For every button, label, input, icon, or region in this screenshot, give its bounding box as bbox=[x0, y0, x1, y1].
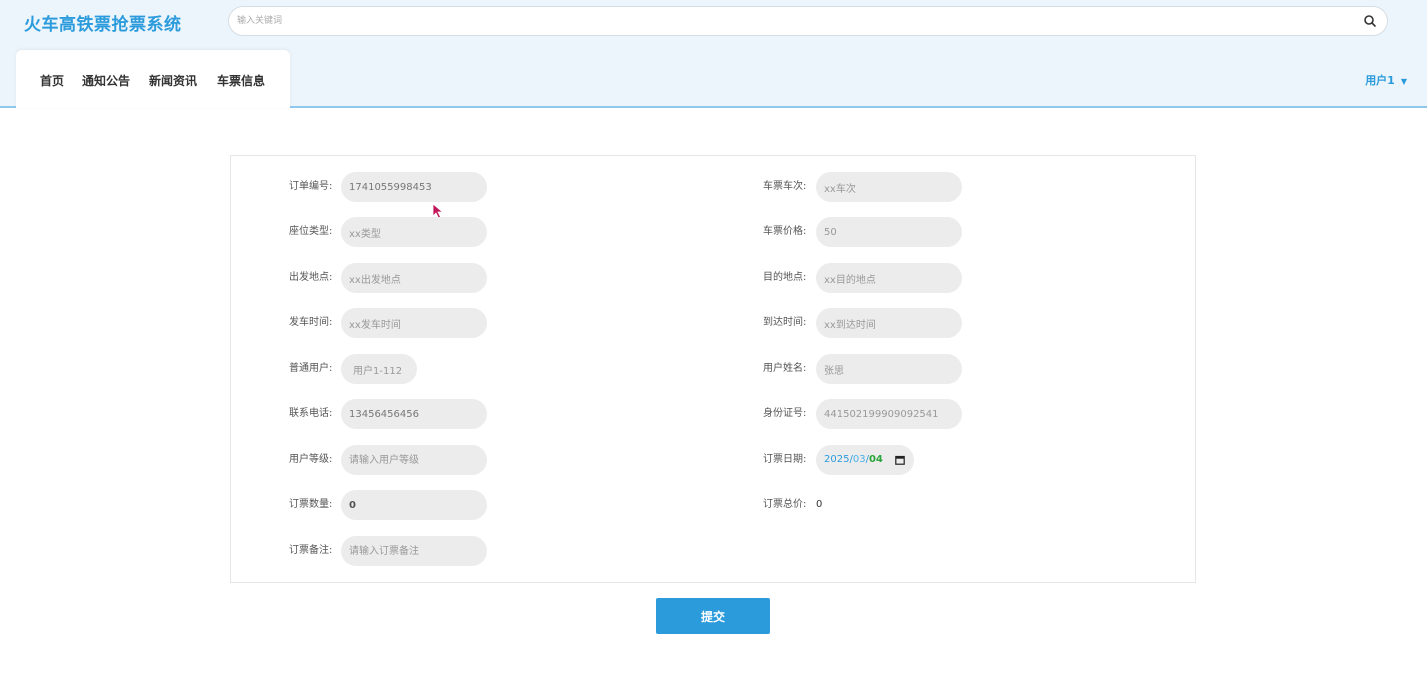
field-arrival-time: 到达时间: bbox=[711, 308, 1191, 338]
field-label: 用户等级: bbox=[289, 454, 333, 465]
departure-time-input[interactable] bbox=[341, 308, 487, 338]
search-icon[interactable] bbox=[1363, 14, 1377, 28]
id-number-input[interactable] bbox=[816, 399, 962, 429]
search-bar bbox=[228, 6, 1388, 36]
phone-input[interactable] bbox=[341, 399, 487, 429]
field-label: 订票备注: bbox=[289, 545, 333, 556]
order-form: 订单编号: 座位类型: 出发地点: 发车时间: 普通用户: 联系电话: 用户等级… bbox=[230, 155, 1196, 583]
field-label: 发车时间: bbox=[289, 317, 333, 328]
field-label: 座位类型: bbox=[289, 226, 333, 237]
field-label: 联系电话: bbox=[289, 408, 333, 419]
ticket-quantity-input[interactable] bbox=[341, 490, 487, 520]
field-departure-time: 发车时间: bbox=[231, 308, 711, 338]
field-ticket-quantity: 订票数量: bbox=[231, 490, 711, 520]
field-label: 订票日期: bbox=[763, 454, 807, 465]
field-label: 车票价格: bbox=[763, 226, 807, 237]
date-day: 04 bbox=[868, 454, 883, 465]
user-name-input[interactable] bbox=[816, 354, 962, 384]
field-ticket-remark: 订票备注: bbox=[231, 536, 711, 566]
field-booking-date: 订票日期: 2025/03/04 bbox=[711, 445, 1191, 475]
field-label: 到达时间: bbox=[763, 317, 807, 328]
train-number-input[interactable] bbox=[816, 172, 962, 202]
field-train-number: 车票车次: bbox=[711, 172, 1191, 202]
total-price-value: 0 bbox=[816, 499, 823, 510]
nav-notices[interactable]: 通知公告 bbox=[82, 72, 130, 89]
date-month: 03 bbox=[852, 454, 866, 465]
field-user-level: 用户等级: bbox=[231, 445, 711, 475]
seat-type-input[interactable] bbox=[341, 217, 487, 247]
field-departure-place: 出发地点: bbox=[231, 263, 711, 293]
field-ticket-price: 车票价格: bbox=[711, 217, 1191, 247]
top-header: 火车高铁票抢票系统 首页 通知公告 新闻资讯 车票信息 用户1 ▼ bbox=[0, 0, 1427, 108]
destination-input[interactable] bbox=[816, 263, 962, 293]
field-total-price: 订票总价: 0 bbox=[711, 490, 1191, 520]
nav-home[interactable]: 首页 bbox=[40, 72, 64, 89]
field-label: 订单编号: bbox=[289, 181, 333, 192]
main-nav: 首页 通知公告 新闻资讯 车票信息 bbox=[16, 50, 290, 108]
nav-news[interactable]: 新闻资讯 bbox=[149, 72, 197, 89]
regular-user-input[interactable] bbox=[341, 354, 417, 384]
order-number-input[interactable] bbox=[341, 172, 487, 202]
field-seat-type: 座位类型: bbox=[231, 217, 711, 247]
user-level-input[interactable] bbox=[341, 445, 487, 475]
arrival-time-input[interactable] bbox=[816, 308, 962, 338]
ticket-price-input[interactable] bbox=[816, 217, 962, 247]
field-user-name: 用户姓名: bbox=[711, 354, 1191, 384]
field-regular-user: 普通用户: bbox=[231, 354, 711, 384]
field-label: 普通用户: bbox=[289, 363, 333, 374]
field-label: 车票车次: bbox=[763, 181, 807, 192]
departure-place-input[interactable] bbox=[341, 263, 487, 293]
field-id-number: 身份证号: bbox=[711, 399, 1191, 429]
field-label: 订票总价: bbox=[763, 499, 807, 510]
field-label: 目的地点: bbox=[763, 272, 807, 283]
user-name: 用户1 bbox=[1365, 74, 1395, 87]
field-label: 订票数量: bbox=[289, 499, 333, 510]
date-year: 2025 bbox=[824, 454, 850, 465]
nav-ticket-info[interactable]: 车票信息 bbox=[217, 72, 265, 89]
mouse-cursor-icon bbox=[432, 203, 444, 219]
booking-date-input[interactable]: 2025/03/04 bbox=[816, 445, 914, 475]
submit-button[interactable]: 提交 bbox=[656, 598, 770, 634]
field-label: 身份证号: bbox=[763, 408, 807, 419]
calendar-icon[interactable] bbox=[895, 455, 905, 465]
ticket-remark-input[interactable] bbox=[341, 536, 487, 566]
field-phone: 联系电话: bbox=[231, 399, 711, 429]
site-title[interactable]: 火车高铁票抢票系统 bbox=[24, 10, 182, 35]
chevron-down-icon: ▼ bbox=[1400, 77, 1407, 86]
search-input[interactable] bbox=[237, 7, 1347, 35]
field-label: 出发地点: bbox=[289, 272, 333, 283]
field-order-number: 订单编号: bbox=[231, 172, 711, 202]
user-menu[interactable]: 用户1 ▼ bbox=[1365, 72, 1407, 88]
field-destination: 目的地点: bbox=[711, 263, 1191, 293]
field-label: 用户姓名: bbox=[763, 363, 807, 374]
